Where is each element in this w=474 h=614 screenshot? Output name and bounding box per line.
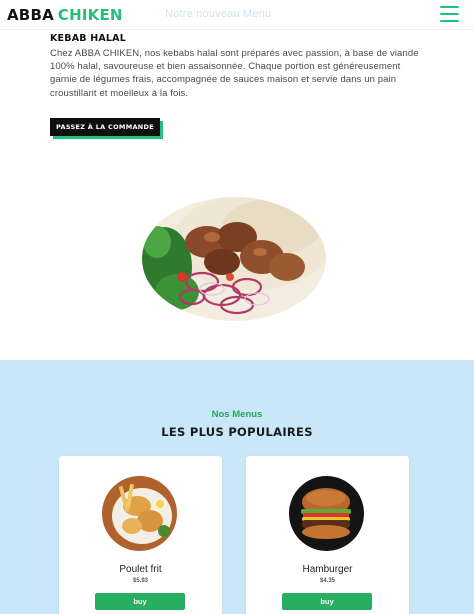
fried-chicken-image [102,476,177,551]
section-title: LES PLUS POPULAIRES [161,425,313,439]
nav-link-new-menu[interactable]: Notre nouveau Menu [165,8,271,20]
kebab-description: Chez ABBA CHIKEN, nos kebabs halal sont … [50,48,419,99]
top-navbar: ABBA CHIKEN Notre nouveau Menu [0,0,474,30]
menu-card: Poulet frit $5.93 buy [59,456,222,614]
hamburger-menu-icon[interactable] [440,6,459,22]
card-price: $4.35 [319,578,335,584]
buy-button[interactable]: buy [282,593,372,610]
kebab-section-title: KEBAB HALAL [50,33,126,44]
card-title: Hamburger [302,564,353,575]
logo-text-primary: ABBA [7,6,54,24]
section-subtitle: Nos Menus [211,409,263,420]
buy-button[interactable]: buy [95,593,185,610]
site-logo[interactable]: ABBA CHIKEN [7,6,123,24]
menu-card: Hamburger $4.35 buy [246,456,409,614]
hamburger-image [289,476,364,551]
card-title: Poulet frit [119,564,162,575]
kebab-plate-image [142,197,326,321]
logo-text-accent: CHIKEN [57,6,123,24]
popular-menus-section: Nos Menus LES PLUS POPULAIRES Poulet fri… [0,360,474,614]
card-price: $5.93 [132,578,148,584]
order-button[interactable]: PASSEZ À LA COMMANDE [50,118,160,136]
